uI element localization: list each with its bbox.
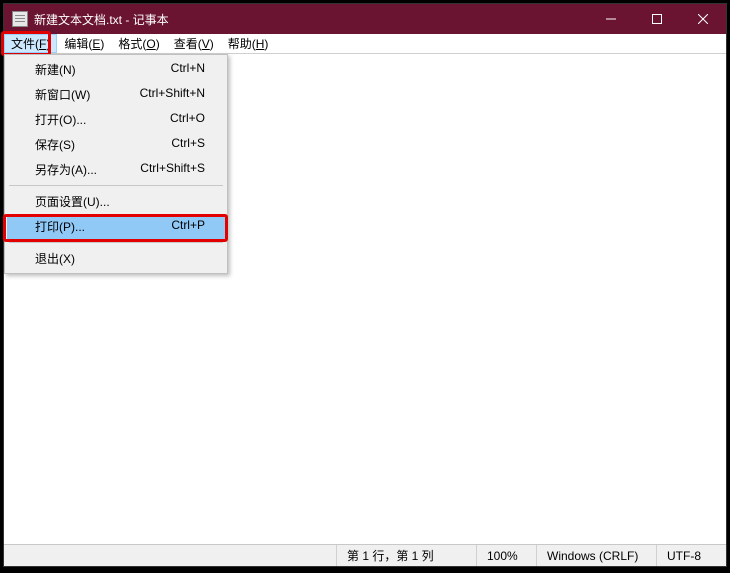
menu-item-new-window[interactable]: 新窗口(W) Ctrl+Shift+N [7, 82, 225, 107]
menu-item-save[interactable]: 保存(S) Ctrl+S [7, 132, 225, 157]
menu-separator [9, 185, 223, 186]
menu-file[interactable]: 文件(F) [4, 34, 57, 53]
menu-item-exit[interactable]: 退出(X) [7, 246, 225, 271]
menu-item-page-setup[interactable]: 页面设置(U)... [7, 189, 225, 214]
minimize-button[interactable] [588, 4, 634, 34]
notepad-icon [12, 11, 28, 27]
status-position: 第 1 行，第 1 列 [336, 545, 476, 566]
menu-help[interactable]: 帮助(H) [221, 34, 276, 53]
close-button[interactable] [680, 4, 726, 34]
status-zoom: 100% [476, 545, 536, 566]
menu-item-open[interactable]: 打开(O)... Ctrl+O [7, 107, 225, 132]
menu-item-print[interactable]: 打印(P)... Ctrl+P [7, 214, 225, 239]
menu-view[interactable]: 查看(V) [167, 34, 221, 53]
menu-format[interactable]: 格式(O) [111, 34, 166, 53]
text-area[interactable]: 新建(N) Ctrl+N 新窗口(W) Ctrl+Shift+N 打开(O)..… [4, 54, 726, 544]
file-dropdown: 新建(N) Ctrl+N 新窗口(W) Ctrl+Shift+N 打开(O)..… [4, 54, 228, 274]
menu-item-save-as[interactable]: 另存为(A)... Ctrl+Shift+S [7, 157, 225, 182]
window-controls [588, 4, 726, 34]
window-title: 新建文本文档.txt - 记事本 [34, 11, 588, 28]
menubar: 文件(F) 编辑(E) 格式(O) 查看(V) 帮助(H) [4, 34, 726, 54]
notepad-window: 新建文本文档.txt - 记事本 文件(F) 编辑(E) 格式(O) 查看(V) [3, 3, 727, 567]
menu-item-new[interactable]: 新建(N) Ctrl+N [7, 57, 225, 82]
status-encoding: UTF-8 [656, 545, 726, 566]
maximize-button[interactable] [634, 4, 680, 34]
titlebar[interactable]: 新建文本文档.txt - 记事本 [4, 4, 726, 34]
menu-edit[interactable]: 编辑(E) [57, 34, 111, 53]
statusbar: 第 1 行，第 1 列 100% Windows (CRLF) UTF-8 [4, 544, 726, 566]
status-line-ending: Windows (CRLF) [536, 545, 656, 566]
menu-separator [9, 242, 223, 243]
